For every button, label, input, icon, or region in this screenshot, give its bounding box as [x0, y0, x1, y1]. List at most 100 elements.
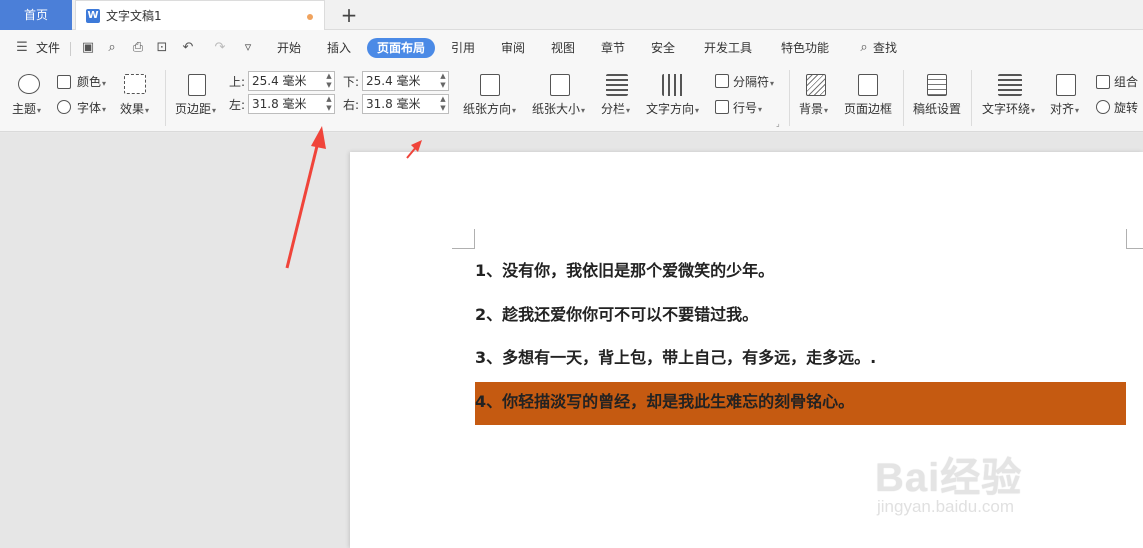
baidu-jingyan-watermark: Bai经验 jingyan.baidu.com	[875, 445, 1085, 525]
menu-search[interactable]: 查找	[873, 38, 897, 58]
margins-button[interactable]: 页边距▾	[175, 101, 216, 119]
line-number-button[interactable]: 行号▾	[733, 100, 762, 118]
menu-page-layout[interactable]: 页面布局	[367, 38, 436, 58]
text-wrap-label: 文字环绕	[982, 102, 1031, 116]
paper-setup-button[interactable]: 稿纸设置	[913, 101, 961, 117]
font-button[interactable]: 字体▾	[77, 100, 106, 118]
top-margin-input[interactable]: 25.4 毫米 ▲ ▼	[248, 71, 335, 91]
print-preview-icon[interactable]: ⊡	[154, 40, 170, 56]
page-border-icon	[858, 74, 878, 96]
tab-bar: 首页 W 文字文稿1 +	[0, 0, 1143, 30]
spinner-arrows-icon[interactable]: ▲ ▼	[439, 72, 447, 90]
new-tab-button[interactable]: +	[338, 2, 360, 28]
text-wrap-button[interactable]: 文字环绕▾	[982, 101, 1035, 119]
divider	[70, 42, 71, 56]
bottom-margin-input[interactable]: 25.4 毫米 ▲ ▼	[362, 71, 449, 91]
undo-icon[interactable]: ↶	[180, 40, 196, 56]
tab-home[interactable]: 首页	[0, 0, 72, 30]
color-label: 颜色	[77, 75, 102, 89]
separator-label: 分隔符	[733, 75, 770, 89]
theme-palette-icon	[18, 74, 40, 94]
theme-button[interactable]: 主题▾	[12, 101, 41, 119]
text-direction-icon	[662, 74, 684, 96]
menu-sections[interactable]: 章节	[601, 38, 625, 58]
paper-size-label: 纸张大小	[532, 102, 581, 116]
paper-setup-icon	[927, 74, 947, 96]
spinner-arrows-icon[interactable]: ▲ ▼	[325, 72, 333, 90]
watermark-brand: Bai经验	[875, 456, 1023, 500]
wps-writer-icon: W	[86, 9, 100, 23]
spinner-arrows-icon[interactable]: ▲ ▼	[325, 95, 333, 113]
align-button[interactable]: 对齐▾	[1050, 101, 1079, 119]
left-margin-input[interactable]: 31.8 毫米 ▲ ▼	[248, 94, 335, 114]
right-margin-value: 31.8 毫米	[366, 97, 421, 111]
background-label: 背景	[799, 102, 824, 116]
group-button[interactable]: 组合	[1114, 74, 1138, 90]
dialog-launcher-icon[interactable]: ⌟	[776, 116, 780, 132]
divider	[971, 70, 972, 126]
left-margin-label: 左:	[229, 98, 246, 112]
menu-security[interactable]: 安全	[651, 38, 675, 58]
paragraph-4-highlighted[interactable]: 4、你轻描淡写的曾经，却是我此生难忘的刻骨铭心。	[475, 391, 854, 413]
paragraph-1[interactable]: 1、没有你，我依旧是那个爱微笑的少年。	[475, 260, 774, 282]
paper-orientation-icon	[480, 74, 500, 96]
print-icon[interactable]: ⎙	[130, 40, 146, 56]
spinner-arrows-icon[interactable]: ▲ ▼	[439, 95, 447, 113]
document-title: 文字文稿1	[106, 9, 162, 23]
menu-home[interactable]: 开始	[277, 38, 301, 58]
text-wrap-icon	[998, 74, 1022, 96]
menu-bar: ☰ 文件 ▣ ⌕ ⎙ ⊡ ↶ ↷ ▿ 开始 插入 页面布局 引用 审阅 视图 章…	[0, 30, 1143, 66]
watermark-url: jingyan.baidu.com	[877, 497, 1015, 516]
color-button[interactable]: 颜色▾	[77, 74, 106, 92]
background-icon	[806, 74, 826, 96]
align-icon	[1056, 74, 1076, 96]
rotate-button[interactable]: 旋转	[1114, 100, 1138, 116]
align-label: 对齐	[1050, 102, 1075, 116]
paper-orientation-button[interactable]: 纸张方向▾	[463, 101, 516, 119]
color-grid-icon	[57, 75, 71, 89]
menu-special-features[interactable]: 特色功能	[781, 38, 829, 58]
line-number-label: 行号	[733, 101, 758, 115]
divider	[903, 70, 904, 126]
right-margin-input[interactable]: 31.8 毫米 ▲ ▼	[362, 94, 449, 114]
ribbon-page-layout: 主题▾ 颜色▾ 字体▾ 效果▾ 页边距▾ 上: 25.4 毫米 ▲ ▼ 左: 31.…	[0, 66, 1143, 132]
divider	[165, 70, 166, 126]
separator-button[interactable]: 分隔符▾	[733, 74, 774, 92]
menu-references[interactable]: 引用	[451, 38, 475, 58]
redo-icon[interactable]: ↷	[212, 40, 228, 56]
crop-mark-top-left	[452, 229, 475, 249]
columns-icon	[606, 74, 628, 96]
menu-view[interactable]: 视图	[551, 38, 575, 58]
crop-mark-top-right	[1126, 229, 1143, 249]
save-icon[interactable]: ▣	[80, 40, 96, 56]
menu-review[interactable]: 审阅	[501, 38, 525, 58]
menu-developer-tools[interactable]: 开发工具	[704, 38, 752, 58]
effect-button[interactable]: 效果▾	[120, 101, 149, 119]
menu-insert[interactable]: 插入	[327, 38, 351, 58]
page-border-button[interactable]: 页面边框	[844, 101, 892, 117]
unsaved-dot-icon	[307, 14, 313, 20]
paper-size-button[interactable]: 纸张大小▾	[532, 101, 585, 119]
text-direction-button[interactable]: 文字方向▾	[646, 101, 699, 119]
customize-chevron-down-icon[interactable]: ▿	[240, 40, 256, 56]
search-icon[interactable]: ⌕	[856, 40, 872, 56]
effect-label: 效果	[120, 102, 145, 116]
group-icon	[1096, 75, 1110, 89]
menu-file[interactable]: 文件	[36, 38, 60, 58]
paper-size-icon	[550, 74, 570, 96]
rotate-icon	[1096, 100, 1110, 114]
effect-icon	[124, 74, 146, 94]
left-margin-value: 31.8 毫米	[252, 97, 307, 111]
columns-button[interactable]: 分栏▾	[601, 101, 630, 119]
format-painter-icon[interactable]: ⌕	[104, 40, 120, 56]
font-t-icon	[57, 100, 71, 114]
tab-document[interactable]: W 文字文稿1	[75, 0, 325, 30]
top-margin-value: 25.4 毫米	[252, 74, 307, 88]
background-button[interactable]: 背景▾	[799, 101, 828, 119]
paragraph-2[interactable]: 2、趁我还爱你你可不可以不要错过我。	[475, 304, 758, 326]
hamburger-menu-icon[interactable]: ☰	[14, 40, 30, 56]
separator-icon	[715, 74, 729, 88]
columns-label: 分栏	[601, 102, 626, 116]
paragraph-3[interactable]: 3、多想有一天，背上包，带上自己，有多远，走多远。.	[475, 347, 876, 369]
line-number-icon	[715, 100, 729, 114]
